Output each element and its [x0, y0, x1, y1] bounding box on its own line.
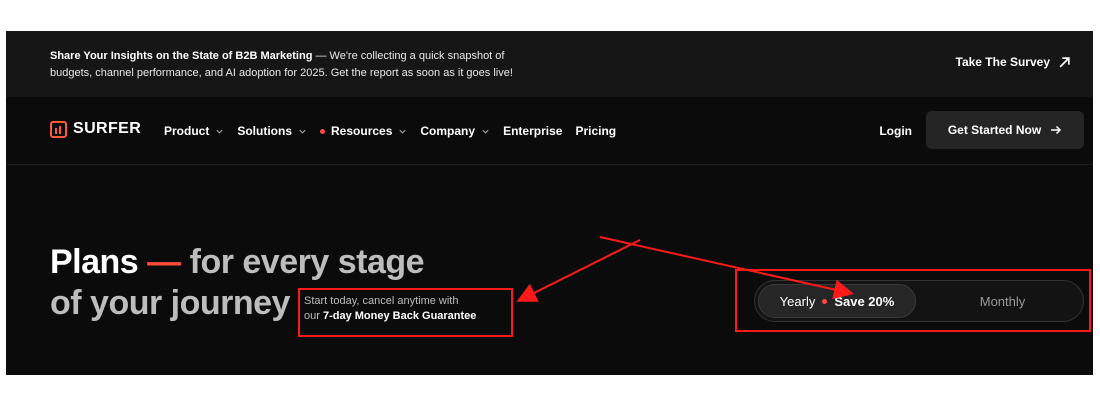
monthly-option[interactable]: Monthly: [925, 284, 1080, 318]
title-strong: Plans: [50, 243, 139, 281]
nav-item-label: Pricing: [575, 124, 617, 138]
nav-item-label: Product: [164, 124, 210, 138]
banner-headline: Share Your Insights on the State of B2B …: [50, 50, 313, 62]
get-started-label: Get Started Now: [947, 123, 1042, 137]
surfer-logo[interactable]: SURFER: [50, 120, 141, 138]
page-title: Plans — for every stage: [50, 243, 425, 281]
separator-dot: [822, 298, 828, 304]
arrow-up-right-icon: [1059, 56, 1070, 67]
new-indicator-dot: [320, 128, 326, 134]
discount-label: Save 20%: [834, 293, 895, 309]
login-link[interactable]: Login: [879, 124, 912, 138]
guarantee-bold: 7-day Money Back Guarantee: [322, 310, 477, 322]
guarantee-prefix: our: [304, 310, 323, 322]
title-dash: —: [147, 243, 181, 281]
nav-item-solutions[interactable]: Solutions: [237, 124, 307, 138]
banner-body-line1: — We're collecting a quick snapshot of: [312, 50, 505, 62]
main-nav: SURFER Product Solutions Resources Compa…: [6, 97, 1093, 165]
nav-item-label: Resources: [331, 124, 393, 138]
chevron-down-icon: [482, 129, 489, 134]
nav-menu: Product Solutions Resources Company Ente…: [164, 124, 616, 138]
surfer-logo-icon: [50, 120, 67, 138]
title-rest: for every stage: [189, 243, 425, 281]
page-title-line2: of your journey: [50, 284, 290, 322]
banner-body-line2: budgets, channel performance, and AI ado…: [50, 67, 513, 79]
nav-item-label: Company: [420, 124, 476, 138]
guarantee-note: Start today, cancel anytime with our 7-d…: [298, 288, 513, 337]
billing-toggle-highlight: Yearly Save 20% Monthly: [735, 269, 1091, 332]
nav-item-enterprise[interactable]: Enterprise: [503, 124, 562, 138]
chevron-down-icon: [399, 129, 406, 134]
page-frame: Share Your Insights on the State of B2B …: [6, 31, 1093, 375]
nav-item-pricing[interactable]: Pricing: [575, 124, 616, 138]
yearly-label: Yearly: [779, 293, 816, 309]
nav-item-resources[interactable]: Resources: [320, 124, 407, 138]
billing-toggle: Yearly Save 20% Monthly: [754, 280, 1084, 322]
arrow-right-icon: [1051, 125, 1062, 135]
banner-text: Share Your Insights on the State of B2B …: [50, 48, 670, 82]
nav-item-company[interactable]: Company: [420, 124, 490, 138]
yearly-option[interactable]: Yearly Save 20%: [758, 284, 916, 318]
monthly-label: Monthly: [979, 293, 1026, 309]
logo-text: SURFER: [73, 120, 142, 137]
chevron-down-icon: [216, 129, 223, 134]
nav-item-product[interactable]: Product: [164, 124, 224, 138]
get-started-button[interactable]: Get Started Now: [926, 111, 1084, 149]
take-survey-label: Take The Survey: [955, 55, 1051, 69]
guarantee-line1: Start today, cancel anytime with: [304, 295, 459, 307]
nav-item-label: Enterprise: [503, 124, 563, 138]
take-survey-link[interactable]: Take The Survey: [956, 55, 1072, 69]
nav-item-label: Solutions: [237, 124, 293, 138]
survey-banner: Share Your Insights on the State of B2B …: [6, 31, 1093, 97]
chevron-down-icon: [299, 129, 306, 134]
